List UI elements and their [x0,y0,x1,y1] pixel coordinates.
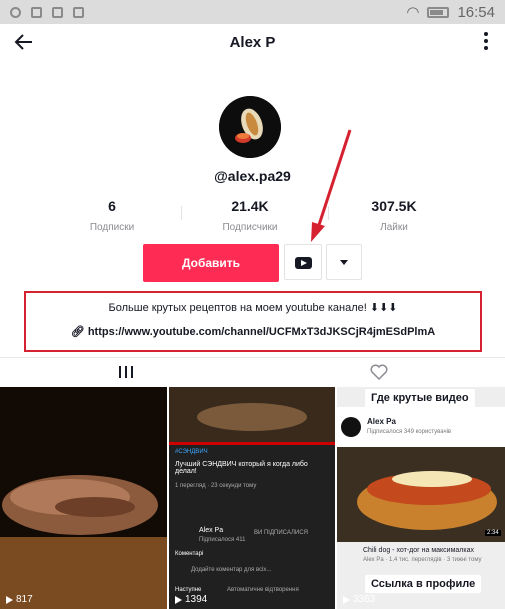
bio-text: Больше крутых рецептов на моем youtube к… [108,302,398,314]
stat-label: Лайки [380,222,408,233]
subscriber-count: Підписалося 349 користувачів [367,429,452,435]
hashtag: #СЭНДВИЧ [175,449,208,455]
video-thumbnail[interactable]: 817 [0,387,167,609]
grid-icon [119,366,133,378]
steak-photo [0,387,167,609]
play-icon [175,595,182,604]
divider [181,206,182,220]
stat-value: 21.4K [231,198,269,214]
bio-link[interactable]: 🔗︎ https://www.youtube.com/channel/UCFMx… [26,325,480,338]
view-count-text: 1394 [185,594,208,605]
video-thumbnail[interactable]: #СЭНДВИЧ Лучший СЭНДВИЧ который я когда … [169,387,335,609]
burrito-logo [219,96,281,158]
video-duration: 2:34 [485,530,501,536]
stat-value: 307.5K [371,198,417,214]
youtube-button[interactable] [284,244,322,280]
stat-likes[interactable]: 307.5K Лайки [344,198,444,233]
autoplay-label: Автоматичне відтворення [227,587,299,593]
stat-label: Подписчики [222,222,278,233]
bio-highlight-box: Больше крутых рецептов на моем youtube к… [24,291,482,352]
view-count: 1394 [175,594,207,605]
top-bar: Alex P [0,24,505,66]
video-grid: 817 #СЭНДВИЧ Лучший СЭНДВИЧ который я ко… [0,387,505,609]
link-icon: 🔗︎ [70,326,85,338]
comments-label: Коментарі [175,551,204,557]
subscribed-label: ВИ ПІДПИСАЛИСЯ [254,530,308,536]
overlay-caption: Где крутые видео [365,389,475,407]
image-icon [52,6,63,18]
bio-link-text: https://www.youtube.com/channel/UCFMxT3d… [87,326,436,338]
stat-followers[interactable]: 21.4K Подписчики [200,198,300,233]
tab-liked[interactable] [253,358,505,388]
wifi-icon: ◠ [406,4,420,21]
instagram-icon [10,6,21,18]
follow-button[interactable]: Добавить [143,244,279,282]
video-thumbnail[interactable]: Где крутые видео Alex Pa Підписалося 349… [337,387,505,609]
video-title: Chili dog - хот-дог на максималках [363,547,474,554]
view-count: 3363 [343,594,375,605]
battery-icon [427,6,450,18]
usb-icon [31,6,42,18]
play-icon [343,595,350,604]
more-options-icon[interactable] [483,32,489,52]
youtube-screen-photo [169,387,335,609]
caret-down-icon [340,260,348,265]
youtube-icon [295,257,312,269]
avatar [219,96,281,158]
stat-label: Подписки [89,222,135,233]
divider [328,206,329,220]
stat-value: 6 [108,198,116,214]
lock-icon [73,6,84,18]
clock: 16:54 [457,3,495,21]
status-bar: ◠ 16:54 [0,0,505,24]
view-count-text: 817 [16,594,33,605]
play-icon [6,595,13,604]
comment-placeholder: Додайте коментар для всіх... [191,567,272,573]
video-meta: Alex Pa · 1,4 тис. переглядів · 3 тижні … [363,557,482,563]
username: @alex.pa29 [214,168,291,184]
suggested-accounts-button[interactable] [326,244,362,280]
profile-tabs [0,357,505,390]
video-title: Лучший СЭНДВИЧ который я когда либо дела… [175,461,308,475]
video-meta: 1 перегляд · 23 секунди тому [175,483,257,489]
overlay-caption: Ссылка в профиле [365,575,482,593]
heart-icon [370,364,388,380]
view-count-text: 3363 [353,594,376,605]
stat-following[interactable]: 6 Подписки [62,198,162,233]
next-label: Наступне [175,587,202,593]
view-count: 817 [6,594,33,605]
channel-name: Alex Pa [367,417,396,426]
subscriber-count: Підписалося 411 [199,537,246,543]
channel-name: Alex Pa [199,527,224,534]
tab-videos[interactable] [0,358,252,390]
page-title: Alex P [229,34,276,51]
